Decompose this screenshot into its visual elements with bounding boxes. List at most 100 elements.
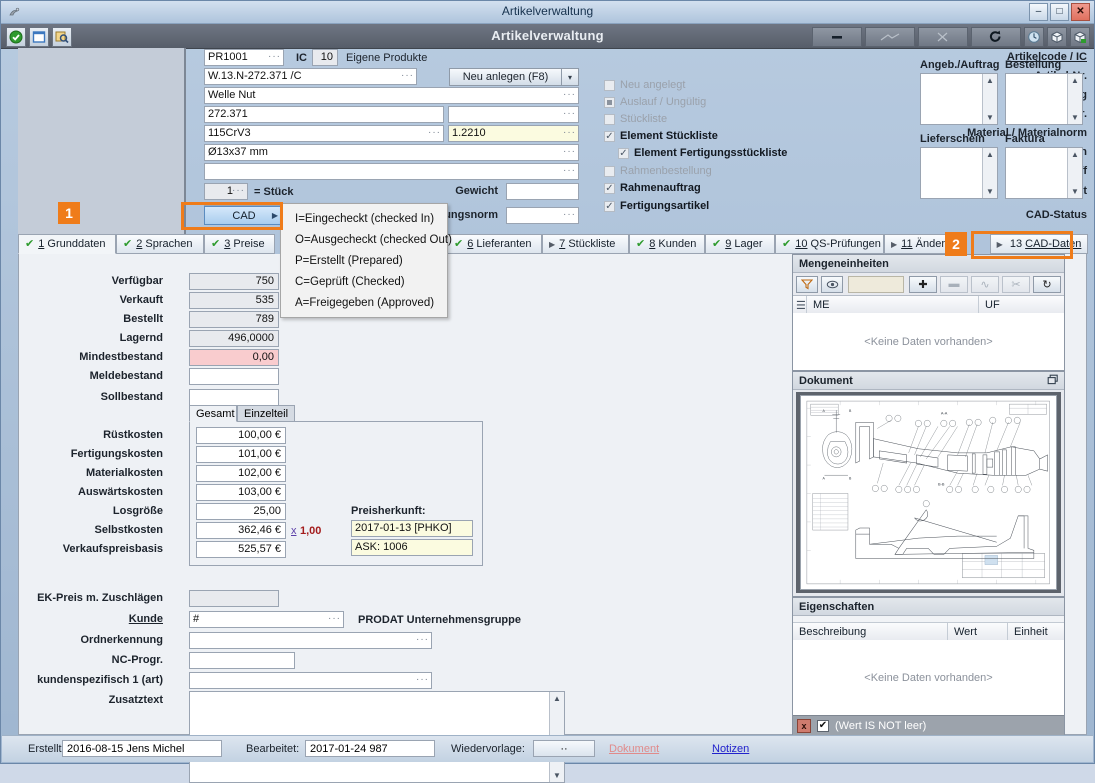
verfuegbar-input[interactable]: 750 (189, 273, 279, 290)
ellipsis-icon[interactable]: ··· (563, 210, 576, 220)
ruestkosten-input[interactable]: 100,00 € (196, 427, 286, 444)
bestellung-list[interactable]: ▲ ▼ (1005, 73, 1083, 125)
scroll-down-icon[interactable]: ▼ (1068, 111, 1082, 124)
kunde-input[interactable]: # ··· (189, 611, 344, 628)
technical-drawing-sheet[interactable]: A B A B A-A B-B (800, 395, 1057, 590)
flag-stueckliste[interactable]: Stückliste (604, 113, 667, 125)
tab-3-preise[interactable]: ✔ 3 Preise (204, 234, 275, 254)
ic-number-input[interactable]: 10 (312, 49, 338, 66)
scroll-down-icon[interactable]: ▼ (550, 769, 564, 782)
checkbox-checked-icon[interactable]: ✓ (618, 147, 629, 159)
minimize-button[interactable]: – (1029, 3, 1048, 21)
filter-close-icon[interactable]: x (797, 718, 811, 733)
checkbox-unchecked-icon[interactable] (604, 113, 615, 125)
ellipsis-icon[interactable]: ··· (328, 614, 341, 624)
gewicht-input[interactable] (506, 183, 579, 200)
box-export-button[interactable] (1070, 27, 1090, 47)
artikelcode-input[interactable]: PR1001 ··· (204, 49, 284, 66)
checkbox-checked-icon[interactable]: ✓ (604, 182, 615, 194)
maximize-button[interactable]: □ (1050, 3, 1069, 21)
tab-7-stueckliste[interactable]: ▶ 7 Stückliste (542, 234, 629, 254)
ellipsis-icon[interactable]: ··· (563, 128, 576, 138)
zeichnungsnr-input[interactable]: 272.371 (204, 106, 444, 123)
eye-icon[interactable] (821, 275, 843, 293)
flag-rahmenauftrag[interactable]: ✓ Rahmenauftrag (604, 182, 701, 194)
box-button[interactable] (1047, 27, 1067, 47)
flag-auslauf-ungueltig[interactable]: Auslauf / Ungültig (604, 96, 706, 108)
flag-fertigungsartikel[interactable]: ✓ Fertigungsartikel (604, 200, 709, 212)
losgroesse-input[interactable]: 25,00 (196, 503, 286, 520)
dokument-link[interactable]: Dokument (609, 740, 659, 757)
menu-item-ausgecheckt[interactable]: O=Ausgecheckt (checked Out) (281, 229, 452, 250)
tab-8-kunden[interactable]: ✔ 8 Kunden (629, 234, 705, 254)
scroll-up-icon[interactable]: ▲ (550, 692, 564, 705)
clock-button[interactable] (1024, 27, 1044, 47)
new-record-button[interactable]: Neu anlegen (F8) (449, 68, 562, 86)
dimension-input[interactable]: Ø13x37 mm ··· (204, 144, 579, 161)
tab-6-lieferanten[interactable]: ✔ 6 Lieferanten (447, 234, 542, 254)
scrollbar[interactable]: ▲ ▼ (1067, 74, 1082, 124)
suchbegriff-input[interactable]: ··· (204, 163, 579, 180)
bezeichnung-input[interactable]: Welle Nut ··· (204, 87, 579, 104)
tab-1-grunddaten[interactable]: ✔ 1 Grunddaten (18, 234, 116, 254)
faktura-list[interactable]: ▲ ▼ (1005, 147, 1083, 199)
artikelnr-input[interactable]: W.13.N-272.371 /C ··· (204, 68, 417, 85)
column-beschreibung[interactable]: Beschreibung (793, 623, 948, 641)
ellipsis-icon[interactable]: ··· (428, 128, 441, 138)
flag-element-fertigungsstueckliste[interactable]: ✓ Element Fertigungsstückliste (618, 147, 787, 159)
fertigungskosten-input[interactable]: 101,00 € (196, 446, 286, 463)
price-tab-einzelteil[interactable]: Einzelteil (237, 405, 295, 422)
sollbestand-input[interactable] (189, 389, 279, 406)
notizen-link[interactable]: Notizen (712, 740, 749, 757)
mengeneinheiten-filter-input[interactable] (848, 275, 904, 293)
scrollbar[interactable]: ▲ ▼ (982, 148, 997, 198)
refresh-button[interactable] (971, 27, 1021, 47)
scroll-up-icon[interactable]: ▲ (983, 74, 997, 87)
ellipsis-icon[interactable]: ··· (563, 90, 576, 100)
meldebestand-input[interactable] (189, 368, 279, 385)
scroll-down-icon[interactable]: ▼ (983, 185, 997, 198)
materialkosten-input[interactable]: 102,00 € (196, 465, 286, 482)
material-input[interactable]: 115CrV3 ··· (204, 125, 444, 142)
flag-rahmenbestellung[interactable]: Rahmenbestellung (604, 165, 712, 177)
angebot-auftrag-list[interactable]: ▲ ▼ (920, 73, 998, 125)
selbstkosten-input[interactable]: 362,46 € (196, 522, 286, 539)
ellipsis-icon[interactable]: ··· (416, 675, 429, 685)
scroll-down-icon[interactable]: ▼ (983, 111, 997, 124)
grid-menu-icon[interactable]: ☰ (793, 296, 807, 314)
filter-enabled-checkbox[interactable]: ✔ (817, 719, 829, 732)
minus-button[interactable] (812, 27, 862, 47)
checkbox-indeterminate-icon[interactable] (604, 96, 615, 108)
document-preview-viewport[interactable]: A B A B A-A B-B (796, 392, 1061, 593)
lieferschein-list[interactable]: ▲ ▼ (920, 147, 998, 199)
menu-item-eingecheckt[interactable]: I=Eingecheckt (checked In) (281, 208, 447, 229)
ek-preis-input[interactable] (189, 590, 279, 607)
menu-item-erstellt[interactable]: P=Erstellt (Prepared) (281, 250, 447, 271)
close-button[interactable]: ✕ (1071, 3, 1090, 21)
new-record-dropdown-arrow[interactable]: ▾ (562, 68, 579, 86)
tab-2-sprachen[interactable]: ✔ 2 Sprachen (116, 234, 204, 254)
zeichnungsnr2-input[interactable]: ··· (448, 106, 579, 123)
menu-item-geprueft[interactable]: C=Geprüft (Checked) (281, 271, 447, 292)
wiedervorlage-value[interactable]: ·· (533, 740, 595, 757)
ellipsis-icon[interactable]: ··· (401, 71, 414, 81)
column-einheit[interactable]: Einheit (1008, 623, 1064, 641)
scrollbar[interactable]: ▲ ▼ (1067, 148, 1082, 198)
ellipsis-icon[interactable]: ··· (232, 186, 245, 196)
checkbox-checked-icon[interactable]: ✓ (604, 130, 615, 142)
verkauft-input[interactable]: 535 (189, 292, 279, 309)
filter-icon[interactable] (796, 275, 818, 293)
flag-element-stueckliste[interactable]: ✓ Element Stückliste (604, 130, 718, 142)
auswaertskosten-input[interactable]: 103,00 € (196, 484, 286, 501)
tab-10-qs-pruefungen[interactable]: ✔ 10 QS-Prüfungen (775, 234, 884, 254)
column-me[interactable]: ME (807, 296, 979, 314)
materialnorm-input[interactable]: 1.2210 ··· (448, 125, 579, 142)
nc-progr-input[interactable] (189, 652, 295, 669)
price-tab-gesamt[interactable]: Gesamt (189, 405, 237, 422)
checkbox-unchecked-icon[interactable] (604, 79, 615, 91)
refresh-button[interactable]: ↻ (1033, 275, 1061, 293)
preisherkunft-ask-field[interactable]: ASK: 1006 (351, 539, 473, 556)
ellipsis-icon[interactable]: ··· (563, 166, 576, 176)
ellipsis-icon[interactable]: ··· (563, 109, 576, 119)
restore-window-icon[interactable] (1047, 374, 1059, 389)
